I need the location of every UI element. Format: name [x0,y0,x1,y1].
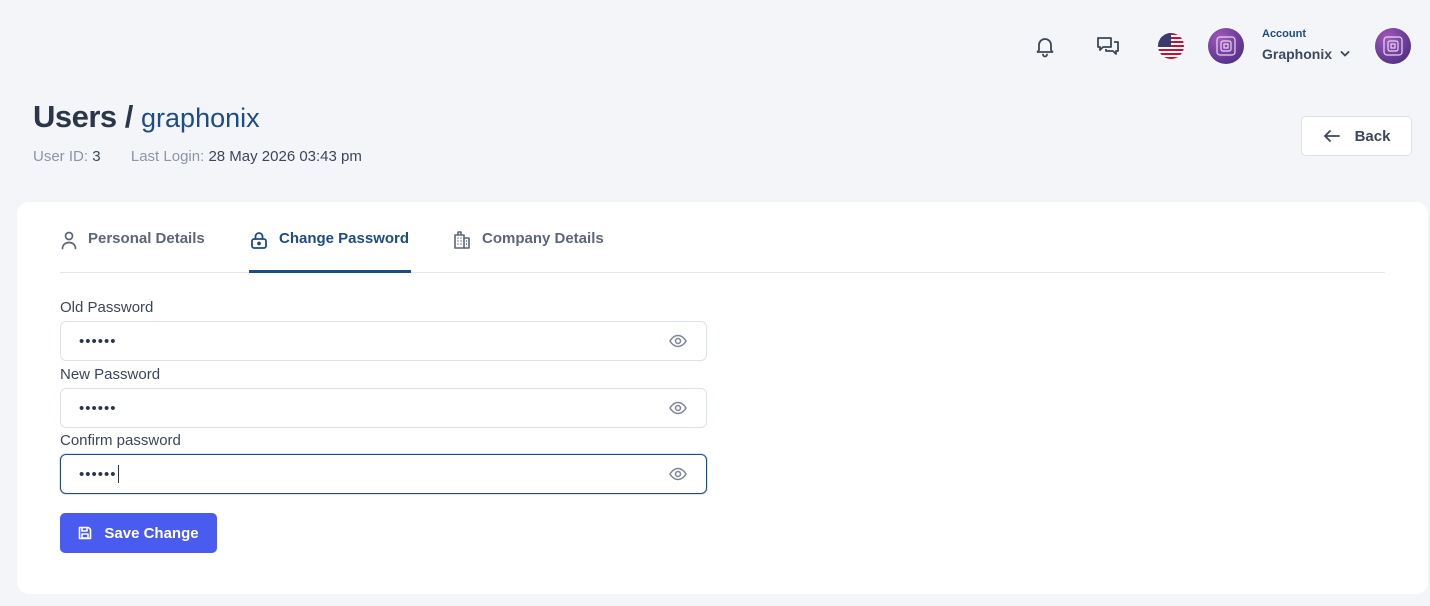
chevron-down-icon [1340,51,1350,57]
account-name-dropdown[interactable]: Graphonix [1262,46,1350,62]
confirm-password-input[interactable]: •••••• [79,466,117,483]
user-meta: User ID: 3 Last Login: 28 May 2026 03:43… [33,148,362,165]
lock-icon [251,232,267,249]
tab-label: Company Details [482,230,604,247]
account-menu[interactable]: Account Graphonix [1262,28,1350,64]
text-caret [117,465,119,483]
confirm-password-field[interactable]: •••••• [60,454,707,494]
us-flag-icon[interactable] [1158,33,1184,59]
new-password-input[interactable] [79,399,668,417]
profile-avatar[interactable] [1375,28,1411,64]
page-title-username: graphonix [141,103,260,133]
notification-bell-icon[interactable] [1032,33,1058,59]
eye-icon[interactable] [668,464,688,484]
tab-personal-details[interactable]: Personal Details [60,230,205,273]
save-change-button[interactable]: Save Change [60,513,217,553]
last-login-label: Last Login: [130,148,205,165]
building-icon [454,231,470,249]
page-title: Users / graphonix [33,99,260,135]
chat-icon[interactable] [1095,33,1121,59]
tab-label: Personal Details [88,230,205,247]
back-label: Back [1354,127,1391,145]
user-id-value: 3 [92,148,101,165]
save-icon [79,526,92,540]
account-label: Account [1262,28,1306,40]
last-login-value: 28 May 2026 03:43 pm [208,148,362,165]
tab-bar: Personal Details Change Password Company… [60,202,1385,273]
user-id-label: User ID: [33,148,89,165]
eye-icon[interactable] [668,331,688,351]
account-avatar[interactable] [1208,28,1244,64]
back-button[interactable]: Back [1301,116,1412,156]
arrow-left-icon [1323,130,1340,142]
new-password-label: New Password [60,366,161,383]
account-name: Graphonix [1262,46,1333,62]
tab-change-password[interactable]: Change Password [249,230,411,273]
eye-icon[interactable] [668,398,688,418]
password-card: Personal Details Change Password Company… [17,202,1428,594]
old-password-field[interactable] [60,321,707,361]
old-password-input[interactable] [79,332,668,350]
old-password-label: Old Password [60,299,154,316]
tab-company-details[interactable]: Company Details [452,230,604,273]
tab-label: Change Password [279,230,410,247]
user-icon [61,231,77,250]
confirm-password-label: Confirm password [60,432,181,449]
save-label: Save Change [104,524,199,542]
new-password-field[interactable] [60,388,707,428]
page-title-main: Users / [33,99,133,134]
